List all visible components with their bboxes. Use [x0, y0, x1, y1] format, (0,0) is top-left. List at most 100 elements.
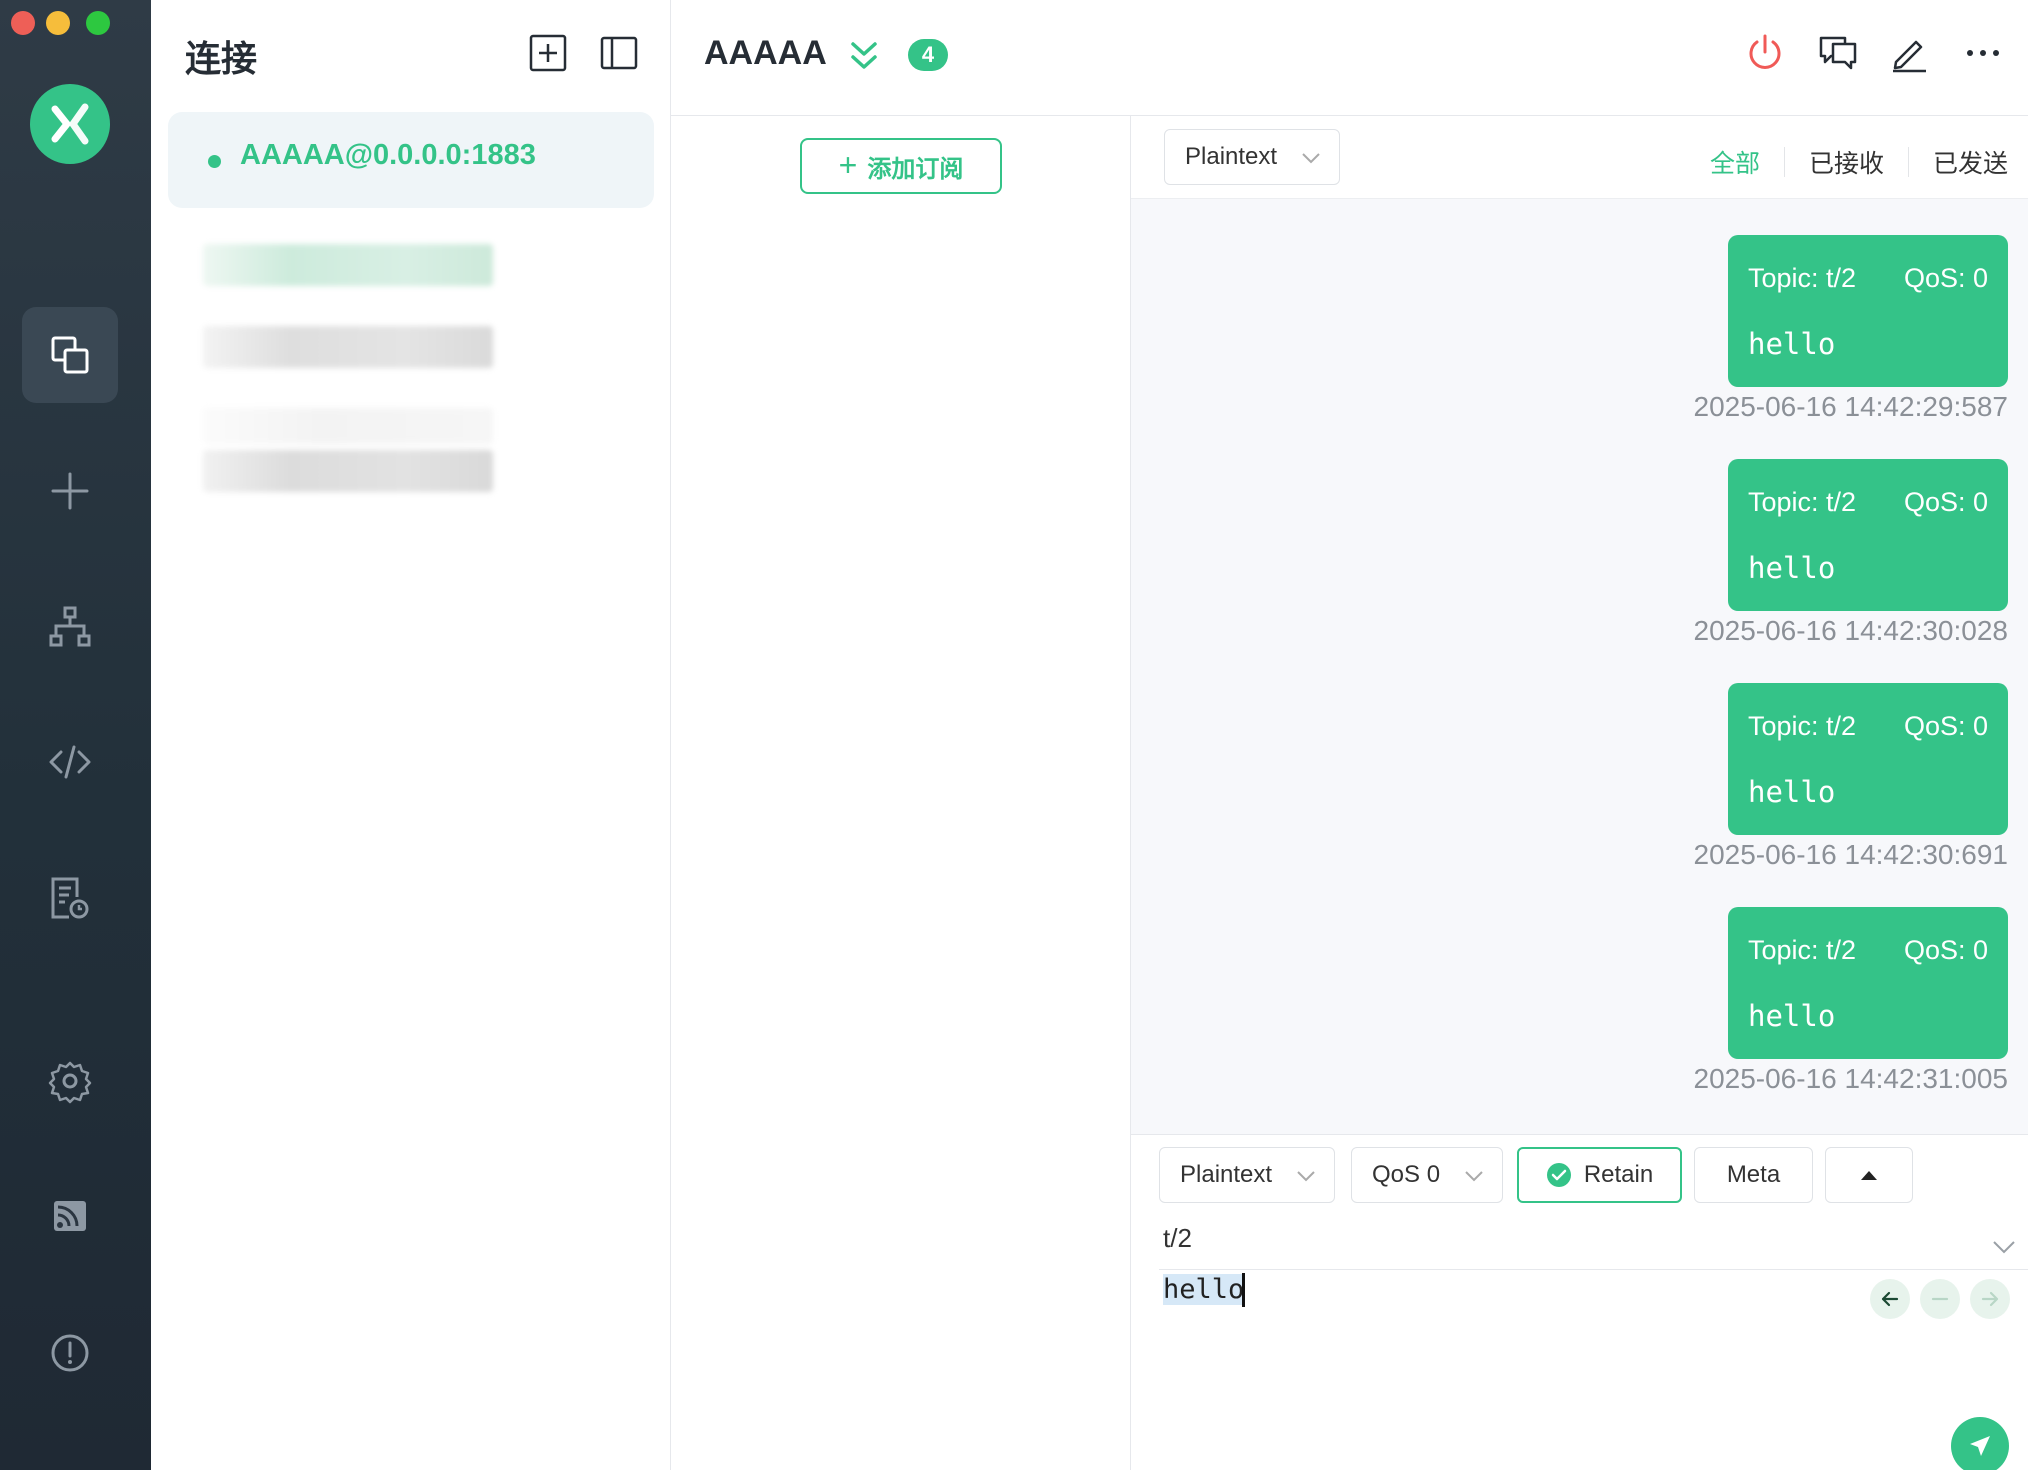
nav-script-button[interactable]: [22, 714, 118, 810]
connection-header: AAAAA 4: [671, 0, 2028, 116]
message-tabs: 全部 已接收 已发送: [1686, 144, 2028, 180]
message-bubble[interactable]: Topic: t/2 QoS: 0 hello: [1728, 235, 2008, 387]
tab-received[interactable]: 已接收: [1785, 144, 1908, 180]
message-qos: QoS: 0: [1903, 263, 1988, 293]
log-icon: [51, 877, 89, 919]
connection-heading: AAAAA: [704, 34, 827, 72]
connection-status-dot: [208, 155, 221, 168]
app-logo: [30, 84, 110, 164]
gear-icon: [48, 1061, 92, 1104]
connections-panel: 连接 AAAAA@0.0.0.0:1883: [151, 0, 671, 1470]
feed-icon: [54, 1201, 86, 1231]
minus-icon: [1931, 1297, 1949, 1301]
history-forward-button[interactable]: [1970, 1279, 2010, 1319]
nav-connections-button[interactable]: [22, 307, 118, 403]
send-button[interactable]: [1951, 1417, 2009, 1470]
message-count-badge: 4: [908, 39, 948, 71]
expand-editor-button[interactable]: [1825, 1147, 1913, 1203]
message-timestamp: 2025-06-16 14:42:29:587: [1693, 391, 2009, 422]
plus-icon: [51, 472, 89, 510]
message-timestamp: 2025-06-16 14:42:30:691: [1693, 839, 2009, 870]
message-timestamp: 2025-06-16 14:42:31:005: [1693, 1063, 2009, 1094]
nav-about-button[interactable]: [22, 1305, 118, 1401]
connection-item[interactable]: AAAAA@0.0.0.0:1883: [168, 112, 654, 208]
mqttx-app: 连接 AAAAA@0.0.0.0:1883 AAAAA 4 + 添加订阅 Pla…: [0, 0, 2028, 1470]
message-qos: QoS: 0: [1903, 711, 1988, 741]
message-bubble[interactable]: Topic: t/2 QoS: 0 hello: [1728, 907, 2008, 1059]
message-payload: hello: [1748, 327, 1836, 361]
more-icon[interactable]: [1962, 32, 2004, 74]
close-window-button[interactable]: [11, 11, 35, 35]
payload-editor[interactable]: hello: [1163, 1273, 1246, 1307]
message-payload: hello: [1748, 775, 1836, 809]
info-icon: [51, 1334, 89, 1372]
retain-toggle[interactable]: Retain: [1517, 1147, 1682, 1203]
chevron-double-down-icon[interactable]: [846, 38, 882, 74]
message-qos: QoS: 0: [1903, 935, 1988, 965]
connection-label: AAAAA@0.0.0.0:1883: [240, 139, 536, 171]
topic-input[interactable]: t/2: [1163, 1223, 1983, 1265]
message-payload: hello: [1748, 551, 1836, 585]
arrow-right-icon: [1981, 1291, 1999, 1307]
message-format-value: Plaintext: [1185, 143, 1278, 170]
nav-feed-button[interactable]: [22, 1168, 118, 1264]
nav-settings-button[interactable]: [22, 1033, 118, 1129]
message-timestamp: 2025-06-16 14:42:30:028: [1693, 615, 2009, 646]
add-subscription-button[interactable]: + 添加订阅: [800, 138, 1002, 194]
plus-icon: +: [838, 146, 858, 183]
message-bubble[interactable]: Topic: t/2 QoS: 0 hello: [1728, 683, 2008, 835]
publish-area: Plaintext QoS 0 Retain Meta t/2 hello: [1131, 1134, 2028, 1470]
add-subscription-label: 添加订阅: [867, 155, 964, 183]
nav-log-button[interactable]: [22, 850, 118, 946]
logo-x-icon: [51, 103, 89, 145]
message-payload: hello: [1748, 999, 1836, 1033]
caret-up-icon: [1861, 1171, 1877, 1180]
connections-title: 连接: [185, 38, 258, 79]
history-clear-button[interactable]: [1920, 1279, 1960, 1319]
toggle-sidebar-icon[interactable]: [598, 32, 640, 74]
publish-format-value: Plaintext: [1180, 1161, 1273, 1188]
message-qos: QoS: 0: [1903, 487, 1988, 517]
redacted-item: [203, 326, 493, 368]
subscriptions-column: + 添加订阅: [671, 116, 1131, 1470]
arrow-left-icon: [1881, 1291, 1899, 1307]
tab-sent[interactable]: 已发送: [1909, 144, 2028, 180]
history-back-button[interactable]: [1870, 1279, 1910, 1319]
message-topic: Topic: t/2: [1748, 263, 1857, 293]
nav-new-connection-button[interactable]: [22, 443, 118, 539]
redacted-item: [203, 450, 493, 492]
chat-icon[interactable]: [1817, 32, 1859, 74]
zoom-window-button[interactable]: [86, 11, 110, 35]
qos-value: QoS 0: [1372, 1161, 1441, 1188]
qos-select[interactable]: QoS 0: [1351, 1147, 1503, 1203]
chevron-down-icon: [1465, 1171, 1483, 1182]
meta-label: Meta: [1726, 1161, 1781, 1188]
messages-area: Plaintext 全部 已接收 已发送 Topic: t/2 QoS: 0 h…: [1131, 116, 2028, 1134]
new-connection-icon[interactable]: [527, 32, 569, 74]
chevron-down-icon: [1297, 1171, 1315, 1182]
meta-button[interactable]: Meta: [1694, 1147, 1813, 1203]
message-format-select[interactable]: Plaintext: [1164, 129, 1340, 185]
minimize-window-button[interactable]: [46, 11, 70, 35]
edit-icon[interactable]: [1888, 32, 1930, 74]
message-topic: Topic: t/2: [1748, 935, 1857, 965]
left-nav: [0, 0, 151, 1470]
divider: [1159, 1269, 2028, 1270]
text-cursor: [1242, 1273, 1246, 1307]
message-topic: Topic: t/2: [1748, 487, 1857, 517]
tab-all[interactable]: 全部: [1686, 144, 1784, 180]
power-icon[interactable]: [1744, 32, 1786, 74]
connections-icon: [51, 336, 89, 374]
nav-topology-button[interactable]: [22, 579, 118, 675]
send-icon: [1970, 1436, 1990, 1456]
message-topic: Topic: t/2: [1748, 711, 1857, 741]
message-filter-bar: Plaintext 全部 已接收 已发送: [1131, 116, 2028, 199]
chevron-down-icon[interactable]: [1991, 1233, 2017, 1259]
topology-icon: [49, 606, 91, 647]
redacted-item: [203, 408, 493, 444]
retain-label: Retain: [1583, 1161, 1654, 1188]
message-bubble[interactable]: Topic: t/2 QoS: 0 hello: [1728, 459, 2008, 611]
chevron-down-icon: [1302, 153, 1320, 164]
publish-format-select[interactable]: Plaintext: [1159, 1147, 1335, 1203]
check-circle-icon: [1546, 1163, 1571, 1187]
